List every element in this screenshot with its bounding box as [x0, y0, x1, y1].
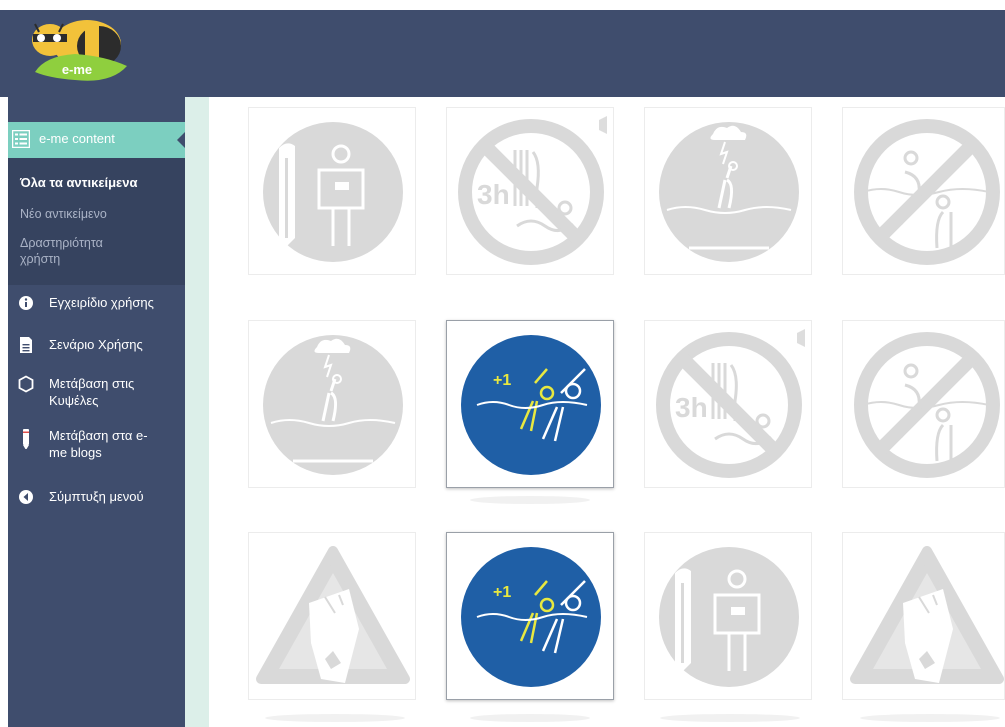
content-tile[interactable] — [248, 532, 416, 700]
pencil-icon — [23, 429, 29, 449]
swim-with-buddy-icon: +1 — [461, 335, 601, 475]
content-tile[interactable] — [842, 532, 1005, 700]
menu-label: Σύμπτυξη μενού — [49, 489, 144, 504]
tile-shadow — [470, 496, 590, 504]
submenu-new-item[interactable]: Νέο αντικείμενο — [20, 206, 107, 222]
menu-label-line2: me blogs — [49, 445, 102, 460]
no-swimming-after-eating-3h-icon: 3h — [656, 329, 805, 478]
collapse-arrow-icon — [19, 490, 33, 504]
hexagon-icon — [18, 375, 34, 393]
e-me-logo[interactable]: e-me — [15, 14, 130, 86]
list-icon — [12, 130, 30, 148]
header-top-strip — [0, 0, 1005, 10]
submenu-all-items[interactable]: Όλα τα αντικείμενα — [20, 175, 137, 191]
swim-with-buddy-icon: +1 — [461, 547, 601, 687]
no-pushing-in-water-icon — [854, 332, 1000, 478]
content-tile[interactable] — [644, 107, 812, 275]
tile-caption: 3h — [675, 392, 708, 423]
falling-rocks-warning-icon — [850, 546, 1004, 684]
info-icon — [19, 296, 33, 310]
tile-caption: +1 — [493, 584, 511, 601]
tile-shadow — [470, 714, 590, 722]
lightning-storm-swimmer-icon — [263, 335, 403, 475]
lightning-storm-swimmer-icon — [659, 122, 799, 262]
tile-shadow — [265, 714, 405, 722]
tile-shadow — [660, 714, 800, 722]
content-tile[interactable] — [248, 107, 416, 275]
tile-caption: +1 — [493, 372, 511, 389]
menu-label-line1: Μετάβαση στις — [49, 376, 135, 391]
sidebar-item-label: e-me content — [39, 131, 115, 146]
content-left-border — [185, 97, 209, 727]
tile-shadow — [860, 714, 1000, 722]
tile-caption: 3h — [477, 179, 510, 210]
content-tile[interactable]: 3h — [644, 320, 812, 488]
content-tile[interactable] — [644, 532, 812, 700]
logo-text: e-me — [62, 62, 92, 77]
no-pushing-in-water-icon — [854, 119, 1000, 265]
top-header-bar: e-me — [0, 0, 1005, 97]
menu-label: Σενάριο Χρήσης — [49, 337, 143, 352]
sidebar-left-edge — [0, 97, 8, 727]
content-tile-selected[interactable]: +1 — [446, 320, 614, 488]
document-icon — [20, 337, 32, 353]
no-swimming-after-eating-3h-icon: 3h — [458, 116, 607, 265]
lifeguard-tower-icon — [263, 122, 403, 262]
falling-rocks-warning-icon — [256, 546, 410, 684]
content-tile[interactable] — [842, 107, 1005, 275]
content-tile-selected[interactable]: +1 — [446, 532, 614, 700]
active-indicator-notch — [177, 132, 185, 148]
menu-label: Εγχειρίδιο χρήσης — [49, 295, 154, 310]
sidebar-item-e-me-content[interactable]: e-me content — [8, 122, 185, 158]
menu-label-line1: Μετάβαση στα e- — [49, 428, 148, 443]
submenu-user-activity-line2: χρήστη — [20, 252, 61, 266]
submenu-user-activity[interactable]: Δραστηριότητα χρήστη — [20, 235, 103, 267]
lifeguard-tower-icon — [659, 547, 799, 687]
menu-label-line2: Κυψέλες — [49, 393, 99, 408]
content-tile[interactable] — [248, 320, 416, 488]
content-tile[interactable]: 3h — [446, 107, 614, 275]
content-tile[interactable] — [842, 320, 1005, 488]
submenu-user-activity-line1: Δραστηριότητα — [20, 236, 103, 250]
content-submenu: Όλα τα αντικείμενα Νέο αντικείμενο Δραστ… — [8, 158, 185, 285]
